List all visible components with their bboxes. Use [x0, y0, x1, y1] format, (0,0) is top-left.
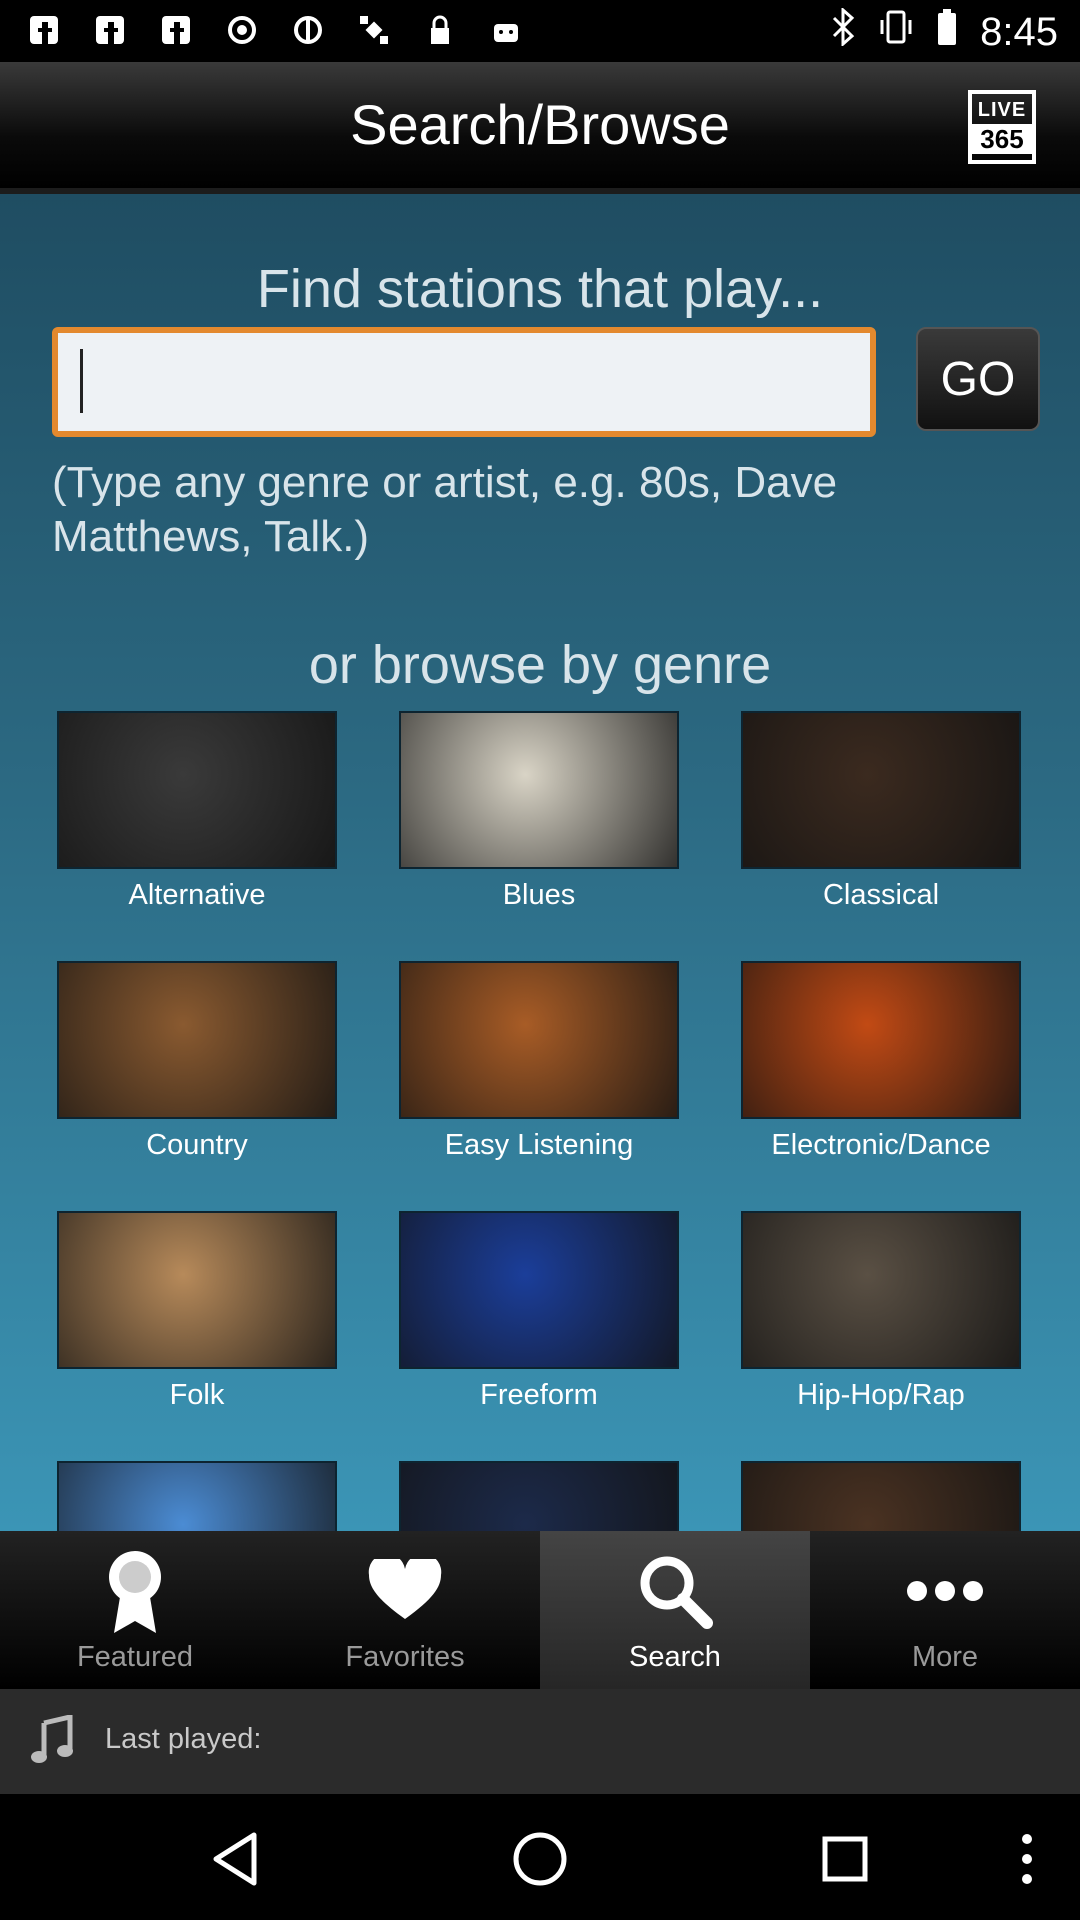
genre-tile[interactable]: Classical	[741, 711, 1021, 912]
search-browse-panel: Find stations that play... GO (Type any …	[0, 194, 1080, 1531]
search-icon	[637, 1547, 713, 1635]
genre-label: Hip-Hop/Rap	[797, 1379, 965, 1411]
genre-label: Blues	[502, 879, 576, 911]
genre-label: Electronic/Dance	[771, 1129, 991, 1161]
genre-thumbnail	[57, 711, 337, 869]
heart-icon	[367, 1547, 443, 1635]
genre-tile[interactable]	[399, 1461, 679, 1531]
facebook-icon	[26, 12, 62, 48]
genre-thumbnail	[399, 961, 679, 1119]
genre-tile[interactable]: Hip-Hop/Rap	[741, 1211, 1021, 1412]
genre-tile[interactable]: Easy Listening	[399, 961, 679, 1162]
satellite-icon	[356, 12, 392, 48]
genre-label: Alternative	[128, 879, 266, 911]
bluetooth-icon	[830, 6, 856, 56]
system-nav-bar	[0, 1794, 1080, 1920]
genre-thumbnail	[399, 1461, 679, 1531]
genre-thumbnail	[57, 1461, 337, 1531]
genre-thumbnail	[399, 1211, 679, 1369]
facebook-icon	[92, 12, 128, 48]
genre-thumbnail	[57, 961, 337, 1119]
bottom-tab-bar: Featured Favorites Search More	[0, 1531, 1080, 1689]
genre-tile[interactable]	[57, 1461, 337, 1531]
genre-thumbnail	[741, 961, 1021, 1119]
search-input[interactable]	[52, 327, 876, 437]
tab-favorites[interactable]: Favorites	[270, 1531, 540, 1689]
go-button[interactable]: GO	[916, 327, 1040, 431]
text-cursor	[80, 349, 83, 413]
home-icon[interactable]	[505, 1824, 575, 1894]
genre-label: Folk	[169, 1379, 225, 1411]
award-ribbon-icon	[100, 1547, 170, 1635]
find-stations-heading: Find stations that play...	[256, 259, 824, 319]
back-icon[interactable]	[200, 1824, 270, 1894]
overflow-menu-icon[interactable]	[992, 1824, 1062, 1894]
last-played-label: Last played:	[105, 1723, 262, 1755]
android-icon	[488, 12, 524, 48]
genre-tile[interactable]: Freeform	[399, 1211, 679, 1412]
page-title: Search/Browse	[350, 93, 730, 156]
vibrate-icon	[878, 8, 914, 56]
genre-thumbnail	[399, 711, 679, 869]
genre-label: Country	[146, 1129, 248, 1161]
status-bar: 8:45	[0, 0, 1080, 62]
genre-thumbnail	[57, 1211, 337, 1369]
genre-thumbnail	[741, 711, 1021, 869]
genre-label: Easy Listening	[444, 1129, 634, 1161]
browse-genre-heading: or browse by genre	[308, 635, 772, 695]
genre-tile[interactable]: Alternative	[57, 711, 337, 912]
lock-icon	[422, 12, 458, 48]
circle-dot-icon	[224, 12, 260, 48]
more-dots-icon	[905, 1547, 985, 1635]
music-note-icon	[30, 1713, 74, 1770]
genre-thumbnail	[741, 1211, 1021, 1369]
genre-tile[interactable]: Electronic/Dance	[741, 961, 1021, 1162]
facebook-icon	[158, 12, 194, 48]
last-played-bar[interactable]: Last played:	[0, 1689, 1080, 1794]
genre-label: Classical	[822, 879, 940, 911]
no-sign-icon	[290, 12, 326, 48]
tab-featured[interactable]: Featured	[0, 1531, 270, 1689]
genre-thumbnail	[741, 1461, 1021, 1531]
clock-time: 8:45	[980, 9, 1058, 54]
tab-search[interactable]: Search	[540, 1531, 810, 1689]
recent-apps-icon[interactable]	[810, 1824, 880, 1894]
app-header: Search/Browse LIVE 365	[0, 62, 1080, 194]
search-hint: (Type any genre or artist, e.g. 80s, Dav…	[52, 458, 838, 561]
genre-tile[interactable]: Blues	[399, 711, 679, 912]
genre-tile[interactable]	[741, 1461, 1021, 1531]
tab-more[interactable]: More	[810, 1531, 1080, 1689]
live365-logo: LIVE 365	[968, 90, 1036, 164]
battery-icon	[936, 8, 958, 56]
genre-label: Freeform	[480, 1379, 598, 1411]
genre-tile[interactable]: Folk	[57, 1211, 337, 1412]
genre-tile[interactable]: Country	[57, 961, 337, 1162]
